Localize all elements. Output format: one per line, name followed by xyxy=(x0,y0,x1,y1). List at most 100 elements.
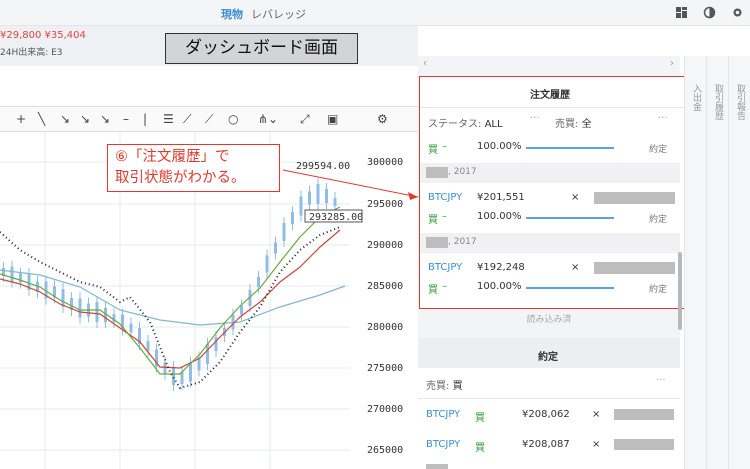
price-axis: 300000 295000 290000 285000 280000 27500… xyxy=(367,157,403,456)
ytick: 275000 xyxy=(367,363,403,374)
chevron-left-icon[interactable]: ‹ xyxy=(423,58,427,69)
date-text: , 2017 xyxy=(448,237,477,247)
side-label: 売買: xyxy=(426,381,450,392)
fill-progress-bar xyxy=(526,147,614,149)
arrow-tool-icon[interactable]: ↘ xyxy=(100,112,110,126)
order-price: ¥201,551 xyxy=(477,192,525,203)
ytick: 265000 xyxy=(367,445,403,456)
fib-tool-icon[interactable]: ⟋ xyxy=(205,112,213,127)
exec-price: ¥208,062 xyxy=(522,409,570,420)
side-value: 買 xyxy=(452,381,463,392)
layout-icon[interactable] xyxy=(675,6,688,19)
chevron-right-icon[interactable]: › xyxy=(670,58,674,69)
side-tab-trade-history[interactable]: 取引履歴 xyxy=(706,56,728,469)
redacted-date xyxy=(426,167,448,178)
divider xyxy=(420,107,686,108)
order-history-annotation: ⑥「注文履歴」で 取引状態がわかる。 xyxy=(107,144,280,192)
trendline-tool-icon[interactable]: ╲ xyxy=(38,112,45,126)
indicator-menu-icon[interactable]: ⋔⌄ xyxy=(258,112,278,126)
order-pair[interactable]: BTCJPY xyxy=(428,262,462,273)
ma-long-line xyxy=(0,269,346,326)
order-percent: 100.00% xyxy=(477,141,522,152)
exec-side: 買 xyxy=(475,413,485,424)
exec-pair[interactable]: BTCJPY xyxy=(426,409,460,420)
theme-icon[interactable] xyxy=(703,6,716,19)
order-state: 約定 xyxy=(649,145,668,155)
fullscreen-icon[interactable]: ⤢ xyxy=(300,112,310,127)
callout-line: ⑥「注文履歴」で xyxy=(115,149,230,165)
side-tab-label: 入出金 xyxy=(691,84,701,111)
exec-side: 買 xyxy=(475,443,485,454)
panel-nav: ‹ › xyxy=(418,58,680,72)
exec-cross: × xyxy=(592,409,601,420)
order-price: ¥192,248 xyxy=(477,262,525,273)
dashboard-annotation: ダッシュボード画面 xyxy=(165,33,358,64)
order-dash: – xyxy=(442,141,447,152)
tab-leverage[interactable]: レバレッジ xyxy=(251,6,306,22)
current-price-value: 293285.00 xyxy=(309,212,363,223)
ytick: 270000 xyxy=(367,404,403,415)
fan-tool-icon[interactable]: ⟋ xyxy=(183,112,191,127)
redacted-date xyxy=(426,464,448,469)
ytick: 290000 xyxy=(367,240,403,251)
vertical-line-tool-icon[interactable]: | xyxy=(143,112,147,126)
cancel-order-icon[interactable]: × xyxy=(571,262,579,273)
crosshair-tool-icon[interactable]: + xyxy=(16,112,26,126)
side-tab-label: 取引報告 xyxy=(735,84,745,120)
redacted-date xyxy=(426,237,448,248)
exec-price: ¥208,087 xyxy=(522,439,570,450)
callout-arrow-line xyxy=(282,169,418,198)
exec-side-filter[interactable]: 売買: 買 xyxy=(426,377,463,392)
ray-tool-icon[interactable]: ↘ xyxy=(60,112,70,126)
order-side: 買 xyxy=(428,285,438,296)
cancel-order-icon[interactable]: × xyxy=(571,192,579,203)
status-filter[interactable]: ステータス: ALL xyxy=(428,115,503,130)
order-dash: – xyxy=(442,211,447,222)
executions-header: 約定 xyxy=(418,338,680,368)
side-tab-deposit[interactable]: 入出金 xyxy=(684,56,706,469)
ytick: 300000 xyxy=(367,157,403,168)
executions-list: 売買: 買 ··· BTCJPY 買 ¥208,062 × BTCJPY 買 ¥… xyxy=(418,368,680,469)
redacted-field xyxy=(594,192,675,204)
callout-arrow-head xyxy=(408,192,418,200)
tab-spot[interactable]: 現物 xyxy=(221,6,243,22)
date-text: , 2017 xyxy=(448,167,477,177)
horizontal-line-tool-icon[interactable]: – xyxy=(123,112,129,126)
chart-toolbar: + ╲ ↘ ↘ ↘ – | ☰ ⟋ ⟋ ○ ⋔⌄ ⤢ ▣ ⚙ xyxy=(0,106,418,132)
date-header: , 2017 xyxy=(420,163,680,183)
ytick: 295000 xyxy=(367,199,403,210)
order-pair[interactable]: BTCJPY xyxy=(428,192,462,203)
exec-more-icon[interactable]: ··· xyxy=(656,375,666,386)
channel-tool-icon[interactable]: ☰ xyxy=(163,112,174,126)
circle-tool-icon[interactable]: ○ xyxy=(228,112,238,126)
redacted-field xyxy=(594,262,675,274)
status-more-icon[interactable]: ··· xyxy=(530,113,540,124)
side-label: 売買: xyxy=(555,119,579,130)
settings-icon[interactable] xyxy=(731,6,744,19)
fill-progress-bar xyxy=(526,287,614,289)
status-value: ALL xyxy=(484,119,503,130)
exec-cross: × xyxy=(592,439,601,450)
order-state: 約定 xyxy=(649,215,668,225)
loaded-indicator: 読み込み済 xyxy=(526,315,572,325)
ytick: 285000 xyxy=(367,281,403,292)
side-more-icon[interactable]: ··· xyxy=(658,113,668,124)
order-side: 買 xyxy=(428,215,438,226)
ma-short-line xyxy=(0,206,341,375)
extended-line-tool-icon[interactable]: ↘ xyxy=(80,112,90,126)
side-value: 全 xyxy=(581,119,592,130)
side-filter[interactable]: 売買: 全 xyxy=(555,115,592,130)
exec-pair[interactable]: BTCJPY xyxy=(426,439,460,450)
price-summary: ¥29,800 ¥35,404 xyxy=(0,30,86,41)
snapshot-icon[interactable]: ▣ xyxy=(327,112,338,126)
fill-progress-bar xyxy=(526,217,614,219)
executions-title: 約定 xyxy=(538,352,558,363)
order-side: 買 xyxy=(428,145,438,156)
chart-settings-icon[interactable]: ⚙ xyxy=(377,112,388,126)
side-tab-trade-report[interactable]: 取引報告 xyxy=(728,56,750,469)
order-dash: – xyxy=(442,281,447,292)
date-header: , 2017 xyxy=(420,233,680,253)
side-tab-label: 取引履歴 xyxy=(713,84,723,120)
divider xyxy=(418,398,680,399)
ytick: 280000 xyxy=(367,322,403,333)
